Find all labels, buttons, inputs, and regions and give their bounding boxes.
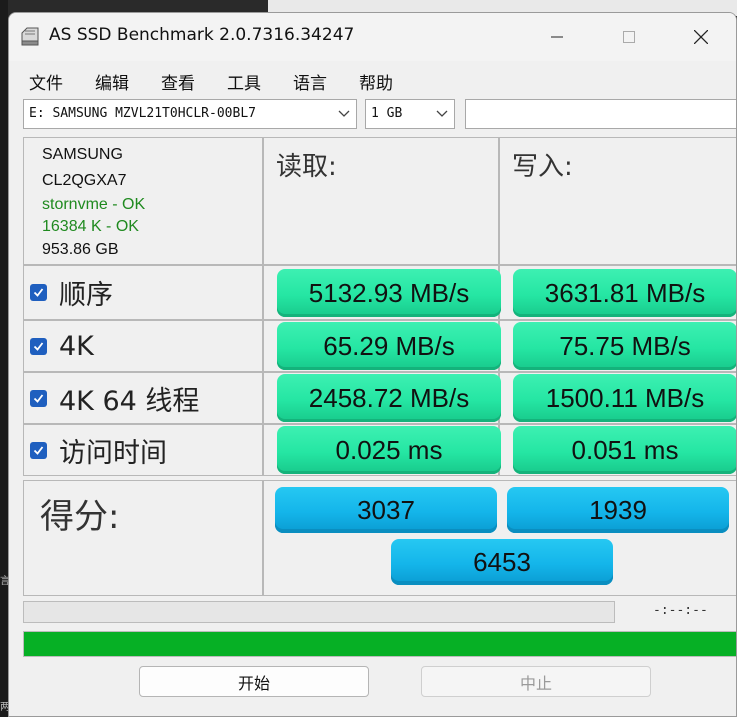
write-score: 1939 bbox=[507, 487, 729, 533]
score-label-panel: 得分: bbox=[23, 480, 263, 596]
seq-write-result: 3631.81 MB/s bbox=[513, 269, 736, 317]
start-button[interactable]: 开始 bbox=[139, 666, 369, 697]
test-size-select[interactable]: 1 GB bbox=[365, 99, 455, 129]
menu-language[interactable]: 语言 bbox=[293, 69, 327, 94]
drive-select-value: E: SAMSUNG MZVL21T0HCLR-00BL7 bbox=[29, 106, 256, 121]
abort-button[interactable]: 中止 bbox=[421, 666, 651, 697]
test-name: 顺序 bbox=[59, 279, 113, 311]
checkmark-icon bbox=[33, 287, 44, 297]
4k64-read-result: 2458.72 MB/s bbox=[277, 374, 501, 422]
chevron-down-icon bbox=[436, 110, 448, 117]
drive-info-panel: SAMSUNG CL2QGXA7 stornvme - OK 16384 K -… bbox=[23, 137, 263, 265]
test-row-4k: 4K bbox=[23, 320, 263, 372]
maximize-button[interactable] bbox=[593, 13, 665, 61]
drive-vendor: SAMSUNG bbox=[42, 146, 123, 163]
elapsed-time: -:--:-- bbox=[653, 603, 708, 618]
extra-textbox[interactable] bbox=[465, 99, 736, 129]
title-bar[interactable]: AS SSD Benchmark 2.0.7316.34247 bbox=[9, 13, 736, 61]
test-name: 访问时间 bbox=[59, 437, 167, 469]
test-row-access: 访问时间 bbox=[23, 424, 263, 476]
write-column-title: 写入: bbox=[512, 152, 573, 182]
test-seq-label[interactable]: 顺序 bbox=[24, 268, 113, 316]
checkbox-access[interactable] bbox=[30, 441, 47, 459]
4k-write-result: 75.75 MB/s bbox=[513, 322, 736, 370]
total-progress-fill bbox=[24, 632, 736, 656]
score-label: 得分: bbox=[40, 497, 120, 537]
test-size-value: 1 GB bbox=[371, 106, 403, 121]
test-row-seq: 顺序 bbox=[23, 265, 263, 320]
drive-icon bbox=[21, 27, 39, 46]
window-title: AS SSD Benchmark 2.0.7316.34247 bbox=[49, 25, 355, 45]
access-read-result: 0.025 ms bbox=[277, 426, 501, 474]
menu-tools[interactable]: 工具 bbox=[227, 69, 261, 94]
alignment-status: 16384 K - OK bbox=[42, 218, 139, 235]
checkmark-icon bbox=[33, 445, 44, 455]
driver-status: stornvme - OK bbox=[42, 196, 146, 213]
test-name: 4K 64 线程 bbox=[59, 385, 200, 417]
checkmark-icon bbox=[33, 393, 44, 403]
app-window: AS SSD Benchmark 2.0.7316.34247 文件 编辑 查看… bbox=[8, 12, 737, 717]
test-row-4k64: 4K 64 线程 bbox=[23, 372, 263, 424]
checkbox-4k64[interactable] bbox=[30, 389, 47, 407]
menu-help[interactable]: 帮助 bbox=[359, 69, 393, 94]
menu-view[interactable]: 查看 bbox=[161, 69, 195, 94]
background-left bbox=[0, 0, 8, 717]
minimize-icon bbox=[551, 36, 563, 38]
menu-file[interactable]: 文件 bbox=[29, 69, 63, 94]
results-grid: SAMSUNG CL2QGXA7 stornvme - OK 16384 K -… bbox=[23, 137, 736, 597]
read-score: 3037 bbox=[275, 487, 497, 533]
close-icon bbox=[694, 30, 708, 44]
checkbox-seq[interactable] bbox=[30, 283, 47, 301]
write-header-panel: 写入: bbox=[499, 137, 736, 265]
drive-firmware: CL2QGXA7 bbox=[42, 172, 127, 189]
test-access-label[interactable]: 访问时间 bbox=[24, 426, 167, 474]
menu-edit[interactable]: 编辑 bbox=[95, 69, 129, 94]
total-score: 6453 bbox=[391, 539, 613, 585]
test-4k-label[interactable]: 4K bbox=[24, 322, 94, 370]
checkmark-icon bbox=[33, 341, 44, 351]
drive-capacity: 953.86 GB bbox=[42, 241, 119, 258]
minimize-button[interactable] bbox=[521, 13, 593, 61]
access-write-result: 0.051 ms bbox=[513, 426, 736, 474]
seq-read-result: 5132.93 MB/s bbox=[277, 269, 501, 317]
4k64-write-result: 1500.11 MB/s bbox=[513, 374, 736, 422]
menu-bar: 文件 编辑 查看 工具 语言 帮助 bbox=[9, 67, 736, 94]
test-name: 4K bbox=[59, 330, 94, 362]
total-progress-bar bbox=[23, 631, 736, 657]
chevron-down-icon bbox=[338, 110, 350, 117]
read-column-title: 读取: bbox=[276, 152, 337, 182]
drive-select[interactable]: E: SAMSUNG MZVL21T0HCLR-00BL7 bbox=[23, 99, 357, 129]
checkbox-4k[interactable] bbox=[30, 337, 47, 355]
maximize-icon bbox=[623, 31, 635, 43]
test-progress-bar bbox=[23, 601, 615, 623]
read-header-panel: 读取: bbox=[263, 137, 499, 265]
4k-read-result: 65.29 MB/s bbox=[277, 322, 501, 370]
close-button[interactable] bbox=[665, 13, 736, 61]
test-4k64-label[interactable]: 4K 64 线程 bbox=[24, 374, 199, 422]
